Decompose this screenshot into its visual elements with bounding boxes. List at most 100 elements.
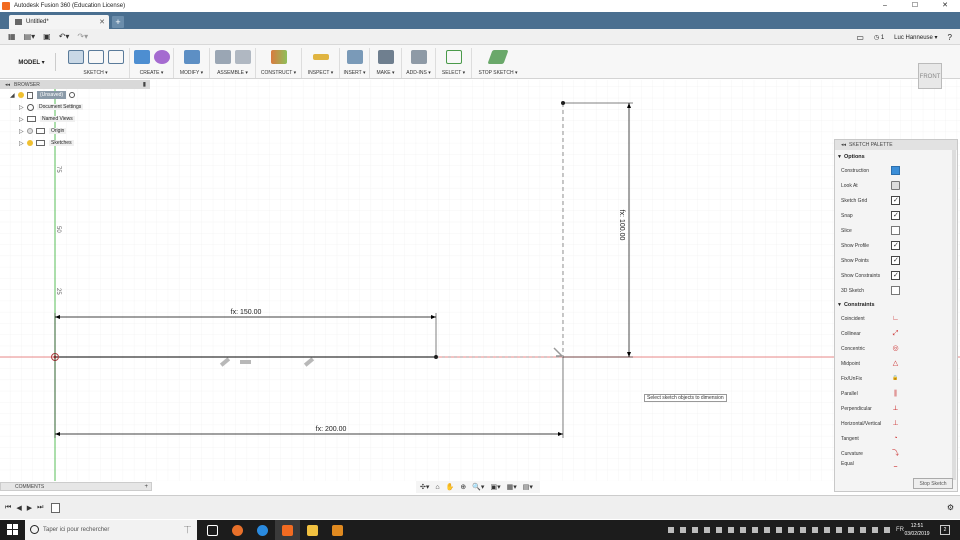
- select-group[interactable]: SELECT ▾: [436, 48, 472, 78]
- create-sketch-icon[interactable]: [67, 50, 84, 64]
- constraint-equal[interactable]: Equal =: [835, 461, 957, 467]
- workspace-switcher[interactable]: MODEL ▾: [8, 53, 56, 71]
- option-show-profile[interactable]: Show Profile: [835, 238, 957, 253]
- tray-icon[interactable]: [704, 527, 710, 533]
- expand-triangle-icon[interactable]: ▷: [19, 116, 27, 123]
- tray-icon[interactable]: [872, 527, 878, 533]
- clock-icon[interactable]: ◷ 1: [874, 34, 884, 41]
- equal-icon[interactable]: =: [891, 464, 900, 467]
- constraint-concentric[interactable]: Concentric ◎: [835, 341, 957, 356]
- timeline-back-icon[interactable]: ◀: [16, 504, 21, 512]
- curvature-icon[interactable]: ⤵: [891, 449, 900, 458]
- modify-menu[interactable]: MODIFY ▾: [174, 70, 209, 76]
- extrude-icon[interactable]: [133, 50, 150, 64]
- constraint-perpendicular[interactable]: Perpendicular ⟂: [835, 401, 957, 416]
- snap-checkbox[interactable]: [891, 211, 900, 220]
- stop-sketch-menu[interactable]: STOP SKETCH ▾: [474, 70, 522, 76]
- notifications-icon[interactable]: 2: [940, 525, 950, 535]
- timeline-sketch-feature[interactable]: [51, 502, 61, 513]
- option-slice[interactable]: Slice: [835, 223, 957, 238]
- tray-icon[interactable]: [764, 527, 770, 533]
- microphone-icon[interactable]: ⏉: [184, 525, 191, 535]
- palette-header[interactable]: ◂◂ SKETCH PALETTE: [835, 140, 957, 150]
- sketch-menu[interactable]: SKETCH ▾: [62, 70, 129, 76]
- visibility-bulb-icon[interactable]: [27, 140, 33, 146]
- constraint-parallel[interactable]: Parallel ∥: [835, 386, 957, 401]
- construct-group[interactable]: CONSTRUCT ▾: [256, 48, 302, 78]
- stop-sketch-button[interactable]: Stop Sketch: [913, 478, 953, 489]
- option-show-constraints[interactable]: Show Constraints: [835, 268, 957, 283]
- expand-triangle-icon[interactable]: ▷: [19, 128, 27, 135]
- save-icon[interactable]: ▣: [43, 32, 51, 41]
- add-comment-icon[interactable]: +: [144, 483, 148, 491]
- tray-icon[interactable]: [848, 527, 854, 533]
- modify-group[interactable]: MODIFY ▾: [174, 48, 210, 78]
- expand-triangle-icon[interactable]: ◢: [10, 92, 18, 99]
- root-label[interactable]: (Unsaved): [37, 91, 67, 99]
- chrome-icon[interactable]: [250, 520, 275, 540]
- timeline-play-icon[interactable]: ▶: [27, 504, 32, 512]
- help-icon[interactable]: ?: [948, 33, 952, 42]
- offset-plane-icon[interactable]: [270, 50, 287, 64]
- add-ins-menu[interactable]: ADD-INS ▾: [402, 70, 435, 76]
- create-group[interactable]: CREATE ▾: [130, 48, 174, 78]
- windows-start-icon[interactable]: [7, 524, 18, 535]
- tangent-icon[interactable]: ◔: [891, 434, 900, 443]
- option-look-at[interactable]: Look At: [835, 178, 957, 193]
- undo-icon[interactable]: ↶▾: [59, 32, 70, 41]
- data-panel-grid-icon[interactable]: ▦: [8, 32, 16, 41]
- concentric-icon[interactable]: ◎: [891, 344, 900, 353]
- joint-icon[interactable]: [234, 50, 251, 64]
- browser-item-sketches[interactable]: ▷ Sketches: [0, 137, 150, 149]
- tray-icon[interactable]: [668, 527, 674, 533]
- midpoint-icon[interactable]: △: [891, 359, 900, 368]
- options-section-header[interactable]: ▼ Options: [835, 150, 957, 163]
- collinear-icon[interactable]: ⤢: [891, 329, 900, 338]
- collapse-icon[interactable]: ◂◂: [841, 142, 846, 148]
- tray-icon[interactable]: [860, 527, 866, 533]
- close-window-button[interactable]: ✕: [930, 0, 960, 12]
- browser-item-document-settings[interactable]: ▷ Document Settings: [0, 101, 150, 113]
- dimension-label-200[interactable]: fx: 200.00: [316, 426, 347, 433]
- press-pull-icon[interactable]: [183, 50, 200, 64]
- tray-icon[interactable]: [788, 527, 794, 533]
- 3d-sketch-checkbox[interactable]: [891, 286, 900, 295]
- constraint-coincident[interactable]: Coincident ∟: [835, 311, 957, 326]
- slice-checkbox[interactable]: [891, 226, 900, 235]
- construct-menu[interactable]: CONSTRUCT ▾: [256, 70, 301, 76]
- show-constraints-checkbox[interactable]: [891, 271, 900, 280]
- timeline-settings-icon[interactable]: ⚙: [947, 503, 954, 512]
- visibility-bulb-icon[interactable]: [18, 92, 24, 98]
- tray-icon[interactable]: [728, 527, 734, 533]
- dimension-label-100[interactable]: fx: 100.00: [618, 210, 625, 241]
- option-3d-sketch[interactable]: 3D Sketch: [835, 283, 957, 298]
- tray-icon[interactable]: [776, 527, 782, 533]
- form-icon[interactable]: [153, 50, 170, 64]
- tray-icon[interactable]: [800, 527, 806, 533]
- file-explorer-icon[interactable]: [300, 520, 325, 540]
- pin-icon[interactable]: ▮: [143, 81, 146, 88]
- tab-close-icon[interactable]: ✕: [99, 18, 105, 26]
- orbit-icon[interactable]: ✣▾: [420, 483, 429, 491]
- sketch-group[interactable]: SKETCH ▾: [62, 48, 130, 78]
- assemble-menu[interactable]: ASSEMBLE ▾: [210, 70, 255, 76]
- browser-item-named-views[interactable]: ▷ Named Views: [0, 113, 150, 125]
- user-menu[interactable]: Luc Hanneuse ▾: [894, 34, 937, 41]
- make-group[interactable]: MAKE ▾: [370, 48, 402, 78]
- viewports-icon[interactable]: ▤▾: [523, 483, 533, 491]
- file-menu-icon[interactable]: ▤▾: [24, 32, 36, 41]
- tab-untitled[interactable]: Untitled* ✕: [9, 15, 109, 29]
- line-icon[interactable]: [87, 50, 104, 64]
- tray-icon[interactable]: [692, 527, 698, 533]
- timeline-end-icon[interactable]: ⏭: [37, 504, 43, 512]
- tray-icon[interactable]: [716, 527, 722, 533]
- measure-icon[interactable]: [312, 54, 329, 60]
- fusion-taskbar-icon[interactable]: [275, 520, 300, 540]
- constraint-collinear[interactable]: Collinear ⤢: [835, 326, 957, 341]
- show-profile-checkbox[interactable]: [891, 241, 900, 250]
- view-cube[interactable]: FRONT: [918, 63, 942, 89]
- construction-toggle-button[interactable]: [891, 166, 900, 175]
- option-construction[interactable]: Construction: [835, 163, 957, 178]
- tray-icon[interactable]: [836, 527, 842, 533]
- option-snap[interactable]: Snap: [835, 208, 957, 223]
